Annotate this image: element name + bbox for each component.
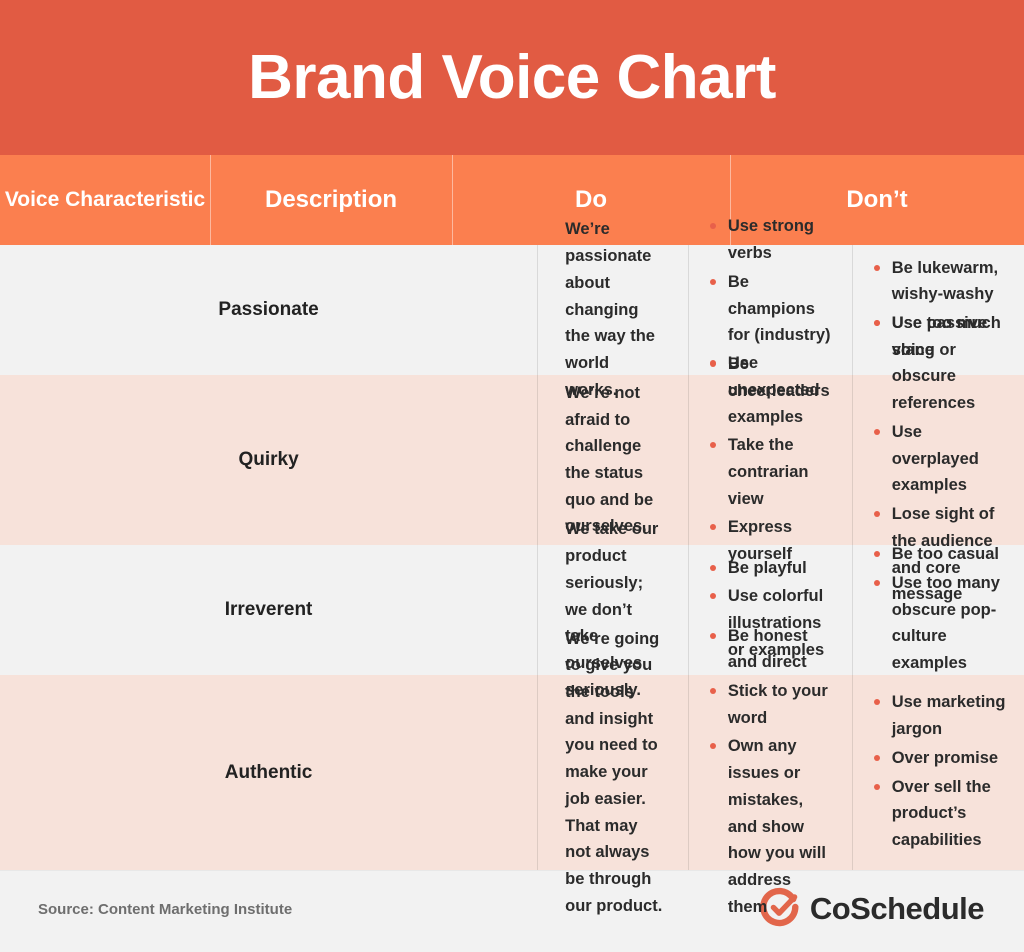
voice-characteristic-label: Irreverent [224,599,313,620]
list-item: Be playful [708,555,834,582]
cell-do: Be honest and direct Stick to your word … [687,627,852,916]
list-item: Use too much slang or obscure references [872,310,1006,417]
cell-dont: Be too casual Use too many obscure pop-c… [851,545,1024,675]
cell-voice-characteristic: Authentic [0,675,537,870]
brand-voice-table: Voice Characteristic Description Do Don’… [0,155,1024,916]
column-header-description: Description [210,155,452,245]
list-item: Be champions for (industry) [708,269,834,349]
source-attribution: Source: Content Marketing Institute [38,900,293,918]
cell-dont: Use marketing jargon Over promise Over s… [851,675,1024,870]
cell-voice-characteristic: Passionate [0,245,537,375]
dont-list: Be too casual Use too many obscure pop-c… [872,541,1006,679]
list-item: Use too many obscure pop-culture example… [872,570,1006,677]
page-banner: Brand Voice Chart [0,0,1024,155]
list-item: Use strong verbs [708,213,834,266]
table-header-row: Voice Characteristic Description Do Don’… [0,155,1024,245]
list-item: Stick to your word [708,678,834,731]
column-header-label: Do [575,186,607,214]
list-item: Be too casual [872,541,1006,568]
table-row: Authentic We’re going to give you the to… [0,627,1024,916]
dont-list: Use marketing jargon Over promise Over s… [872,689,1006,855]
do-list: Use unexpected examples Take the contrar… [708,350,834,570]
table-row: Passionate We’re passionate about changi… [0,217,1024,400]
list-item: Use overplayed examples [872,419,1006,499]
cell-description: We’re passionate about changing the way … [537,220,688,399]
page-footer: Source: Content Marketing Institute CoSc… [0,870,1024,947]
page-title: Brand Voice Chart [248,42,776,112]
coschedule-wordmark: CoSchedule [809,891,985,926]
cell-voice-characteristic: Quirky [0,375,537,545]
description-text: We’re going to give you the tools and in… [565,629,663,915]
voice-characteristic-label: Authentic [224,761,313,783]
column-header-label: Don’t [846,186,908,214]
column-header-voice-characteristic: Voice Characteristic [0,155,210,245]
list-item: Use unexpected examples [708,350,834,430]
cell-do: Use unexpected examples Take the contrar… [687,354,852,563]
column-header-label: Voice Characteristic [4,187,206,211]
cell-voice-characteristic: Irreverent [0,545,537,675]
list-item: Over promise [872,745,1006,772]
table-row: Irreverent We take our product seriously… [0,520,1024,699]
list-item: Over sell the product’s capabilities [872,774,1006,854]
list-item: Be lukewarm, wishy-washy [872,255,1006,308]
list-item: Own any issues or mistakes, and show how… [708,733,834,920]
column-header-label: Description [264,186,398,214]
list-item: Use marketing jargon [872,689,1006,742]
cell-dont: Use too much slang or obscure references… [851,314,1024,603]
cell-description: We’re going to give you the tools and in… [537,630,688,915]
table-row: Quirky We’re not afraid to challenge the… [0,314,1024,603]
do-list: Be honest and direct Stick to your word … [708,623,834,923]
list-item: Be honest and direct [708,623,834,676]
list-item: Take the contrarian view [708,432,834,512]
voice-characteristic-label: Passionate [218,299,319,320]
voice-characteristic-label: Quirky [238,449,299,470]
